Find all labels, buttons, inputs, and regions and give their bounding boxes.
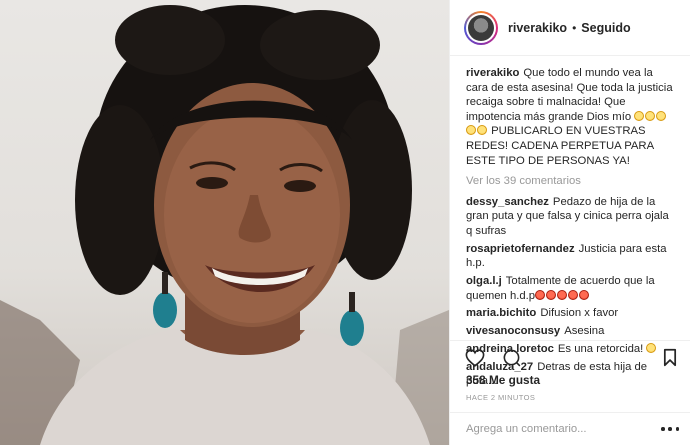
header-username[interactable]: riverakiko xyxy=(508,21,567,35)
post-details-panel: riverakiko • Seguido riverakiko Que todo … xyxy=(449,0,690,445)
comment-username[interactable]: dessy_sanchez xyxy=(466,196,549,208)
caption-username[interactable]: riverakiko xyxy=(466,67,519,79)
angry-emoji-group xyxy=(535,289,590,302)
comment-username[interactable]: maria.bichito xyxy=(466,307,536,319)
angry-face-icon xyxy=(568,289,579,300)
avatar[interactable] xyxy=(468,14,494,41)
more-options-icon[interactable] xyxy=(661,426,679,432)
view-all-comments-link[interactable]: Ver los 39 comentarios xyxy=(466,174,676,189)
angry-face-icon xyxy=(579,289,590,300)
comment-text: Asesina xyxy=(564,325,605,338)
bookmark-icon[interactable] xyxy=(659,347,681,369)
sad-face-icon xyxy=(477,125,487,136)
following-button[interactable]: Seguido xyxy=(581,21,630,35)
comment-username[interactable]: olga.l.j xyxy=(466,275,502,287)
sad-face-icon xyxy=(656,110,667,121)
post-timestamp: HACE 2 MINUTOS xyxy=(466,393,536,402)
action-bar xyxy=(450,340,690,374)
sad-face-icon xyxy=(645,110,656,121)
comment-item: olga.l.j Totalmente de acuerdo que la que… xyxy=(466,274,676,303)
add-comment-bar xyxy=(450,412,690,445)
angry-face-icon xyxy=(535,289,546,300)
comment-username[interactable]: rosaprietofernandez xyxy=(466,243,575,255)
caption-text-2: PUBLICARLO EN VUESTRAS REDES! CADENA PER… xyxy=(466,125,654,167)
sad-face-icon xyxy=(634,110,645,121)
heart-icon[interactable] xyxy=(464,347,486,369)
comment-text: Difusion x favor xyxy=(540,307,619,320)
angry-face-icon xyxy=(546,289,557,300)
like-count[interactable]: 358 Me gusta xyxy=(466,373,540,387)
post-photo[interactable] xyxy=(0,0,449,445)
comment-item: vivesanoconsusy Asesina xyxy=(466,324,676,339)
portrait-image xyxy=(0,5,449,445)
angry-face-icon xyxy=(557,289,568,300)
comment-item: dessy_sanchez Pedazo de hija de la gran p… xyxy=(466,195,676,239)
comment-input[interactable] xyxy=(466,423,661,435)
post-header: riverakiko • Seguido xyxy=(450,0,690,56)
sad-face-icon xyxy=(466,125,476,136)
post-caption: riverakiko Que todo el mundo vea la cara … xyxy=(466,66,676,168)
header-separator: • xyxy=(572,20,577,35)
comment-item: maria.bichito Difusion x favor xyxy=(466,306,676,321)
story-ring[interactable] xyxy=(464,10,498,45)
comment-item: rosaprietofernandez Justicia para esta h.… xyxy=(466,242,676,271)
comment-bubble-icon[interactable] xyxy=(500,347,522,369)
comment-username[interactable]: vivesanoconsusy xyxy=(466,325,560,337)
